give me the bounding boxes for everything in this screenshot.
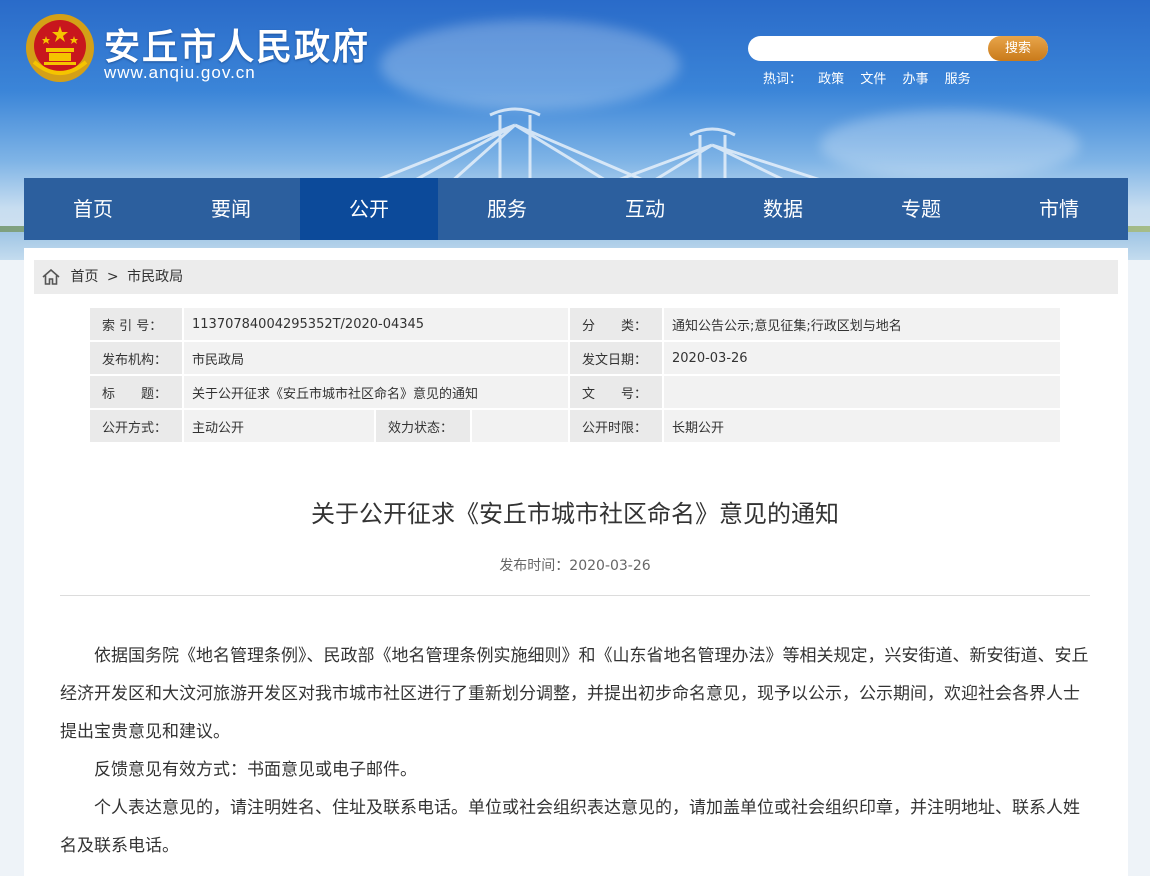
breadcrumb-current[interactable]: 市民政局 — [127, 269, 183, 285]
meta-index-value: 11370784004295352T/2020-04345 — [184, 308, 568, 340]
hotword-documents[interactable]: 文件 — [860, 72, 886, 87]
breadcrumb-separator: > — [106, 269, 119, 285]
article-title: 关于公开征求《安丘市城市社区命名》意见的通知 — [311, 500, 839, 528]
meta-date-label: 发文日期： — [570, 342, 662, 374]
meta-mode-label: 公开方式： — [90, 410, 182, 442]
bridge-illustration — [369, 107, 831, 185]
main-nav: 首页 要闻 公开 服务 互动 数据 专题 市情 — [24, 178, 1128, 240]
nav-item-city-info[interactable]: 市情 — [990, 178, 1128, 240]
meta-title-value: 关于公开征求《安丘市城市社区命名》意见的通知 — [184, 376, 568, 408]
meta-status-label: 效力状态： — [376, 410, 470, 442]
search-input[interactable] — [758, 39, 978, 58]
meta-category-label: 分 类： — [570, 308, 662, 340]
article-body: 依据国务院《地名管理条例》、民政部《地名管理条例实施细则》和《山东省地名管理办法… — [60, 637, 1090, 865]
nav-item-news[interactable]: 要闻 — [162, 178, 300, 240]
meta-term-label: 公开时限： — [570, 410, 662, 442]
site-url: www.anqiu.gov.cn — [104, 63, 256, 82]
meta-title-label: 标 题： — [90, 376, 182, 408]
meta-docno-label: 文 号： — [570, 376, 662, 408]
home-icon — [42, 269, 60, 285]
breadcrumb-home[interactable]: 首页 — [70, 269, 98, 285]
meta-issuer-label: 发布机构： — [90, 342, 182, 374]
banner-cloud — [380, 20, 680, 110]
nav-item-topics[interactable]: 专题 — [852, 178, 990, 240]
article-paragraph: 依据国务院《地名管理条例》、民政部《地名管理条例实施细则》和《山东省地名管理办法… — [60, 646, 1089, 742]
hotwords: 热词： 政策 文件 办事 服务 — [763, 68, 983, 87]
hotword-affairs[interactable]: 办事 — [902, 72, 928, 87]
meta-index-label: 索 引 号： — [90, 308, 182, 340]
hotword-services[interactable]: 服务 — [945, 72, 971, 87]
meta-date-value: 2020-03-26 — [664, 342, 1060, 374]
meta-status-value — [472, 410, 568, 442]
nav-item-services[interactable]: 服务 — [438, 178, 576, 240]
meta-issuer-value: 市民政局 — [184, 342, 568, 374]
article-paragraph: 反馈意见有效方式：书面意见或电子邮件。 — [94, 760, 417, 780]
article-pubdate: 发布时间：2020-03-26 — [499, 558, 651, 574]
banner-cloud — [820, 110, 1080, 180]
breadcrumb: 首页 > 市民政局 — [34, 260, 1118, 294]
hotwords-label: 热词： — [763, 72, 803, 87]
hotword-policy[interactable]: 政策 — [818, 72, 844, 87]
national-emblem-icon — [26, 14, 94, 82]
article-paragraph: 个人表达意见的，请注明姓名、住址及联系电话。单位或社会组织表达意见的，请加盖单位… — [60, 798, 1080, 856]
nav-item-data[interactable]: 数据 — [714, 178, 852, 240]
meta-docno-value — [664, 376, 1060, 408]
nav-item-public[interactable]: 公开 — [300, 178, 438, 240]
nav-item-interaction[interactable]: 互动 — [576, 178, 714, 240]
meta-term-value: 长期公开 — [664, 410, 1060, 442]
document-metadata-table: 索 引 号： 11370784004295352T/2020-04345 分 类… — [88, 306, 1062, 444]
meta-category-value: 通知公告公示;意见征集;行政区划与地名 — [664, 308, 1060, 340]
nav-item-home[interactable]: 首页 — [24, 178, 162, 240]
meta-mode-value: 主动公开 — [184, 410, 374, 442]
divider — [60, 595, 1090, 596]
search-button[interactable]: 搜索 — [988, 36, 1048, 61]
